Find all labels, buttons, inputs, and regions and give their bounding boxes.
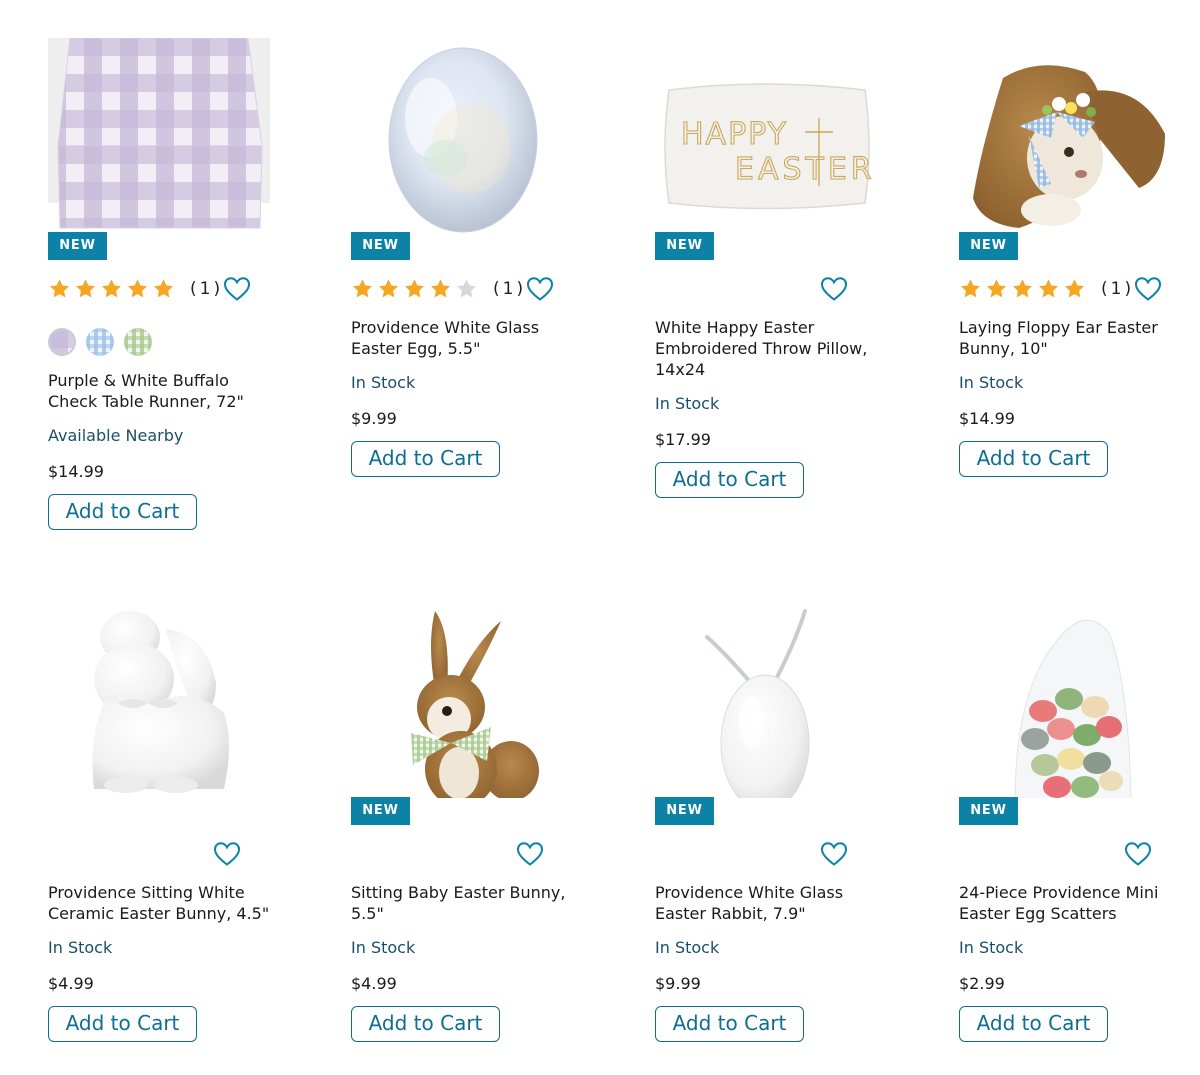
new-badge: NEW — [655, 232, 714, 260]
heart-outline-icon[interactable] — [223, 276, 251, 302]
product-price: $14.99 — [959, 409, 1015, 428]
swatch-green-check[interactable] — [124, 328, 152, 356]
product-price: $4.99 — [351, 974, 397, 993]
star-rating[interactable]: (1) — [959, 277, 1134, 301]
product-image[interactable] — [351, 38, 573, 233]
star-rating[interactable]: (1) — [48, 277, 223, 301]
review-count[interactable]: (1) — [493, 279, 526, 299]
product-price: $9.99 — [351, 409, 397, 428]
product-price: $4.99 — [48, 974, 94, 993]
star-icon — [74, 278, 97, 300]
add-to-cart-button[interactable]: Add to Cart — [351, 441, 500, 477]
product-price: $9.99 — [655, 974, 701, 993]
add-to-cart-button[interactable]: Add to Cart — [959, 1006, 1108, 1042]
product-price: $2.99 — [959, 974, 1005, 993]
add-to-cart-button[interactable]: Add to Cart — [48, 1006, 197, 1042]
swatch-purple-check[interactable] — [48, 328, 76, 356]
product-title[interactable]: Sitting Baby Easter Bunny, 5.5" — [351, 882, 573, 924]
stock-status: In Stock — [655, 394, 720, 413]
product-title[interactable]: Providence White Glass Easter Rabbit, 7.… — [655, 882, 877, 924]
product-image[interactable] — [48, 38, 270, 233]
new-badge: NEW — [959, 797, 1018, 825]
star-icon — [1037, 278, 1060, 300]
product-image[interactable] — [959, 38, 1181, 233]
review-count[interactable]: (1) — [190, 279, 223, 299]
stock-status: Available Nearby — [48, 426, 184, 445]
product-title[interactable]: Providence White Glass Easter Egg, 5.5" — [351, 317, 573, 359]
star-icon — [985, 278, 1008, 300]
new-badge: NEW — [959, 232, 1018, 260]
pillow-embroidered-text: EASTER — [735, 152, 876, 187]
star-icon — [351, 278, 374, 300]
stock-status: In Stock — [959, 938, 1024, 957]
star-icon — [959, 278, 982, 300]
star-icon — [152, 278, 175, 300]
star-empty-icon — [455, 278, 478, 300]
star-icon — [377, 278, 400, 300]
add-to-cart-button[interactable]: Add to Cart — [48, 494, 197, 530]
swatch-blue-check[interactable] — [86, 328, 114, 356]
stock-status: In Stock — [351, 938, 416, 957]
new-badge: NEW — [655, 797, 714, 825]
add-to-cart-button[interactable]: Add to Cart — [351, 1006, 500, 1042]
product-price: $14.99 — [48, 462, 104, 481]
product-title[interactable]: White Happy Easter Embroidered Throw Pil… — [655, 317, 877, 380]
add-to-cart-button[interactable]: Add to Cart — [959, 441, 1108, 477]
stock-status: In Stock — [48, 938, 113, 957]
product-image[interactable]: HAPPY EASTER — [655, 38, 877, 233]
star-icon — [126, 278, 149, 300]
heart-outline-icon[interactable] — [213, 841, 241, 867]
new-badge: NEW — [351, 797, 410, 825]
review-count[interactable]: (1) — [1101, 279, 1134, 299]
star-icon — [403, 278, 426, 300]
new-badge: NEW — [48, 232, 107, 260]
heart-outline-icon[interactable] — [1134, 276, 1162, 302]
product-title[interactable]: Providence Sitting White Ceramic Easter … — [48, 882, 270, 924]
stock-status: In Stock — [959, 373, 1024, 392]
new-badge: NEW — [351, 232, 410, 260]
pillow-embroidered-text: HAPPY — [681, 117, 788, 152]
product-image[interactable] — [655, 603, 877, 798]
heart-outline-icon[interactable] — [820, 841, 848, 867]
product-title[interactable]: 24-Piece Providence Mini Easter Egg Scat… — [959, 882, 1181, 924]
heart-outline-icon[interactable] — [1124, 841, 1152, 867]
product-price: $17.99 — [655, 430, 711, 449]
stock-status: In Stock — [351, 373, 416, 392]
star-icon — [429, 278, 452, 300]
product-image[interactable] — [959, 603, 1181, 798]
heart-outline-icon[interactable] — [516, 841, 544, 867]
star-rating[interactable]: (1) — [351, 277, 526, 301]
product-title[interactable]: Laying Floppy Ear Easter Bunny, 10" — [959, 317, 1181, 359]
star-icon — [1063, 278, 1086, 300]
star-icon — [48, 278, 71, 300]
product-title[interactable]: Purple & White Buffalo Check Table Runne… — [48, 370, 270, 412]
star-icon — [100, 278, 123, 300]
product-image[interactable] — [351, 603, 573, 798]
heart-outline-icon[interactable] — [820, 276, 848, 302]
heart-outline-icon[interactable] — [526, 276, 554, 302]
add-to-cart-button[interactable]: Add to Cart — [655, 462, 804, 498]
product-image[interactable] — [48, 603, 270, 798]
star-icon — [1011, 278, 1034, 300]
add-to-cart-button[interactable]: Add to Cart — [655, 1006, 804, 1042]
stock-status: In Stock — [655, 938, 720, 957]
color-swatches — [48, 328, 152, 356]
